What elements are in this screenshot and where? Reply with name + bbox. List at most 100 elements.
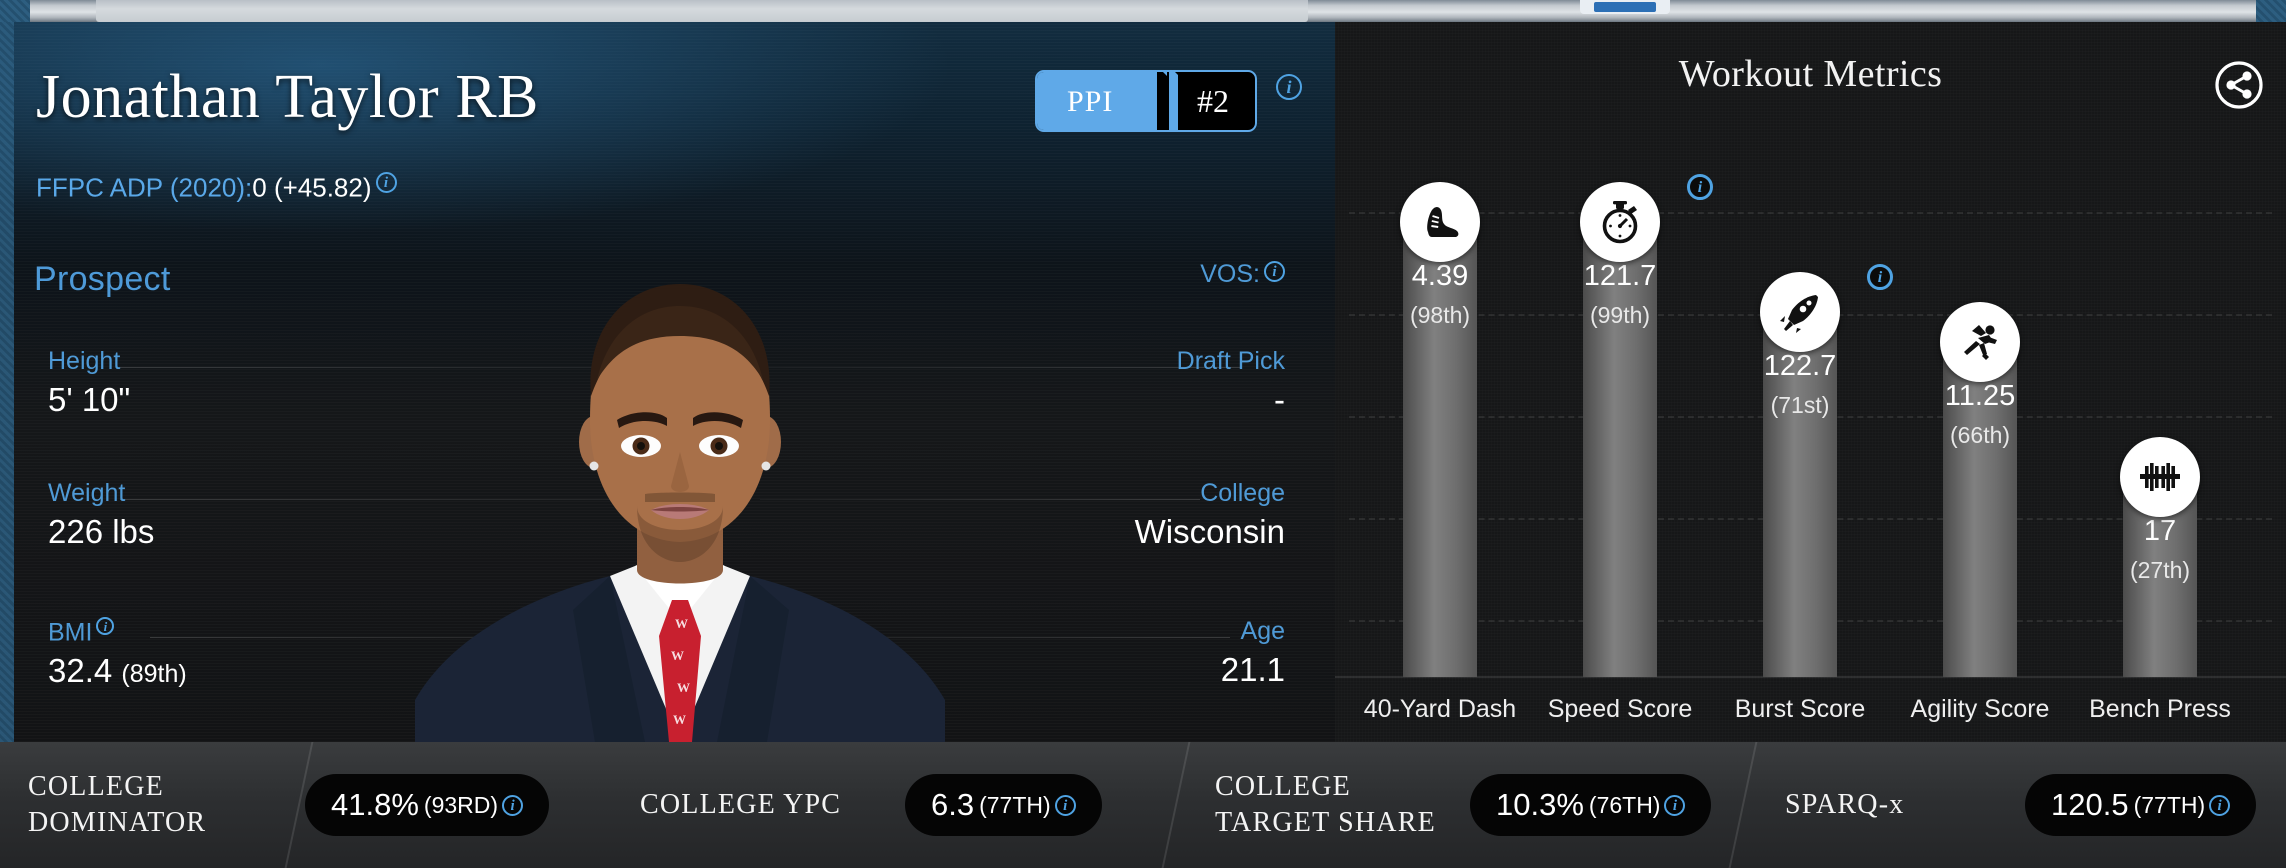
svg-text:W: W <box>677 680 690 695</box>
footer-value-college-target-share: 10.3% <box>1496 787 1584 822</box>
stat-college: College Wisconsin <box>1135 479 1285 551</box>
player-profile-card: Jonathan Taylor RB FFPC ADP (2020):0 (+4… <box>0 0 2286 868</box>
college-dominator-info-icon[interactable]: i <box>502 794 524 816</box>
footer-rank-sparq-x: (77TH) <box>2133 791 2206 818</box>
stat-bmi: BMI i 32.4 (89th) <box>48 617 187 690</box>
browser-chrome-strip <box>0 0 2286 22</box>
footer-value-college-ypc: 6.3 <box>931 787 975 822</box>
bar-percentile-agility-score: (66th) <box>1949 422 2011 448</box>
bar-percentile-40-yard-dash: (98th) <box>1409 302 1471 328</box>
footer-pill-college-ypc[interactable]: 6.3 (77TH) i <box>905 774 1102 836</box>
stat-bmi-number: 32.4 <box>48 652 113 690</box>
footer-value-sparq-x: 120.5 <box>2051 787 2129 822</box>
burst-score-info-icon[interactable]: i <box>1867 264 1893 290</box>
ppi-label: PPI <box>1067 85 1114 118</box>
ppi-rank: #2 <box>1197 83 1229 119</box>
footer-value-college-dominator: 41.8% <box>331 787 419 822</box>
page-title: Jonathan Taylor RB <box>36 63 539 131</box>
hero-panel: Jonathan Taylor RB FFPC ADP (2020):0 (+4… <box>0 22 1335 742</box>
footer-pill-sparq-x[interactable]: 120.5 (77TH) i <box>2025 774 2257 836</box>
stat-bmi-value: 32.4 (89th) <box>48 652 187 690</box>
browser-tab[interactable] <box>96 0 1308 22</box>
svg-text:W: W <box>675 616 688 631</box>
prospect-heading: Prospect <box>34 260 171 298</box>
x-axis-label-40-yard-dash: 40-Yard Dash <box>1363 695 1517 723</box>
x-axis-label-bench-press: Bench Press <box>2089 695 2231 723</box>
bar-value-speed-score: 121.7 <box>1583 260 1657 292</box>
footer-item-college-ypc: COLLEGE YPC 6.3 (77TH) i <box>590 742 1170 868</box>
stat-draft-pick: Draft Pick - <box>1177 347 1285 419</box>
shoe-icon[interactable] <box>1400 182 1480 262</box>
sparq-x-info-icon[interactable]: i <box>2209 794 2231 816</box>
x-axis-label-speed-score: Speed Score <box>1547 695 1693 723</box>
adp-label: FFPC ADP (2020): <box>36 172 253 203</box>
svg-text:W: W <box>673 712 686 727</box>
stat-weight-value: 226 lbs <box>48 513 155 550</box>
footer-rank-college-ypc: (77TH) <box>979 791 1051 818</box>
stat-weight-label: Weight <box>48 479 126 507</box>
bar-percentile-burst-score: (71st) <box>1770 392 1830 418</box>
bar-40-yard-dash[interactable]: 4.39 (98th) <box>1403 222 1477 677</box>
footer-pill-college-dominator[interactable]: 41.8% (93RD) i <box>305 774 550 836</box>
profile-card-body: Jonathan Taylor RB FFPC ADP (2020):0 (+4… <box>0 22 2286 868</box>
footer-label-college-target-share: COLLEGE TARGET SHARE <box>1215 771 1436 838</box>
footer-rank-college-target-share: (76TH) <box>1588 791 1661 818</box>
stat-bmi-label-text: BMI <box>48 618 93 647</box>
bar-value-40-yard-dash: 4.39 <box>1411 260 1469 292</box>
workout-metrics-panel: Workout Metrics 4.39 (98th) 121.7 (99th)… <box>1335 22 2286 742</box>
stat-college-value: Wisconsin <box>1134 513 1285 550</box>
adp-line: FFPC ADP (2020):0 (+45.82) i <box>36 172 397 204</box>
footer-item-college-dominator: COLLEGE DOMINATOR 41.8% (93RD) i <box>0 742 580 868</box>
adp-value: 0 (+45.82) <box>252 172 372 203</box>
stat-height: Height 5' 10" <box>48 347 130 419</box>
footer-label-college-dominator: COLLEGE DOMINATOR <box>28 771 207 838</box>
stat-height-label: Height <box>48 347 121 375</box>
player-headshot: W W W W <box>345 270 1015 742</box>
college-ypc-info-icon[interactable]: i <box>1054 794 1076 816</box>
adp-info-icon[interactable]: i <box>375 172 397 193</box>
x-axis-label-agility-score: Agility Score <box>1910 695 2050 723</box>
stat-draft-pick-label: Draft Pick <box>1176 347 1285 375</box>
bar-chart-plot: 4.39 (98th) 121.7 (99th) i 122.7 (71st) … <box>1335 22 2286 742</box>
stat-draft-pick-value: - <box>1274 381 1285 418</box>
stat-bmi-label: BMI i <box>48 617 187 647</box>
chrome-edge-right <box>2256 0 2286 22</box>
vos-info-icon[interactable]: i <box>1264 260 1285 282</box>
bar-value-burst-score: 122.7 <box>1763 350 1837 382</box>
barbell-icon[interactable] <box>2120 437 2200 517</box>
stat-age-value: 21.1 <box>1220 651 1285 688</box>
chrome-edge-left <box>0 0 30 22</box>
bar-burst-score[interactable]: 122.7 (71st) <box>1763 312 1837 677</box>
stat-weight: Weight 226 lbs <box>48 479 154 551</box>
ppi-badge[interactable]: PPI #2 <box>1035 70 1257 132</box>
vos-label: VOS: <box>1200 260 1260 288</box>
gridline <box>1349 212 2272 214</box>
runner-icon[interactable] <box>1940 302 2020 382</box>
bmi-info-icon[interactable]: i <box>96 617 115 635</box>
stopwatch-icon[interactable] <box>1580 182 1660 262</box>
footer-rank-college-dominator: (93RD) <box>423 791 499 818</box>
bar-agility-score[interactable]: 11.25 (66th) <box>1943 342 2017 677</box>
chrome-widget[interactable] <box>1580 0 1670 14</box>
svg-text:W: W <box>671 648 684 663</box>
x-axis-label-burst-score: Burst Score <box>1734 695 1866 723</box>
bar-speed-score[interactable]: 121.7 (99th) <box>1583 222 1657 677</box>
rocket-icon[interactable] <box>1760 272 1840 352</box>
stat-age-label: Age <box>1240 617 1285 645</box>
speed-score-info-icon[interactable]: i <box>1687 174 1713 200</box>
footer-item-sparq-x: SPARQ-x 120.5 (77TH) i <box>1755 742 2286 868</box>
college-metrics-footer: COLLEGE DOMINATOR 41.8% (93RD) i COLLEGE… <box>0 742 2286 868</box>
bar-percentile-speed-score: (99th) <box>1589 302 1651 328</box>
bar-value-bench-press: 17 <box>2143 515 2177 547</box>
footer-pill-college-target-share[interactable]: 10.3% (76TH) i <box>1470 774 1712 836</box>
ppi-info-icon[interactable]: i <box>1276 74 1302 100</box>
stat-age: Age 21.1 <box>1221 617 1285 689</box>
hero-left-edge <box>0 22 14 742</box>
bar-value-agility-score: 11.25 <box>1944 380 2016 412</box>
vos-row: VOS: i <box>1200 260 1285 289</box>
stat-bmi-percentile: (89th) <box>121 660 187 689</box>
footer-label-sparq-x: SPARQ-x <box>1785 789 1905 821</box>
bar-percentile-bench-press: (27th) <box>2129 557 2191 583</box>
footer-label-college-ypc: COLLEGE YPC <box>640 789 842 821</box>
college-target-share-info-icon[interactable]: i <box>1664 794 1686 816</box>
